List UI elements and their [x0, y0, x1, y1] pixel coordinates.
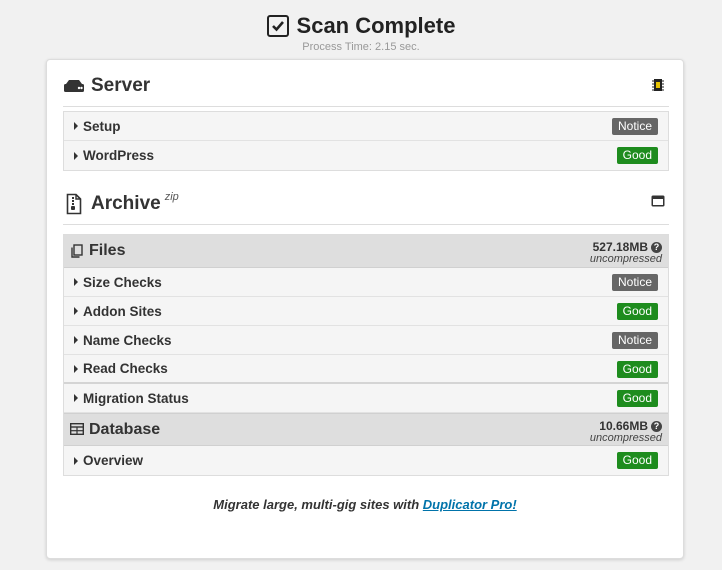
status-badge: Good — [616, 147, 658, 164]
process-time: Process Time: 2.15 sec. — [302, 41, 420, 53]
table-icon — [70, 422, 84, 437]
window-icon[interactable] — [651, 194, 665, 208]
status-badge: Good — [616, 390, 658, 407]
database-size-note: uncompressed — [589, 432, 662, 444]
checkbox-checked-icon — [266, 15, 289, 37]
archive-title: Archive — [91, 193, 161, 214]
database-subheader: Database 10.66MB? uncompressed — [64, 413, 668, 446]
status-badge: Notice — [611, 332, 658, 349]
database-size-value: 10.66MB — [599, 419, 648, 433]
archive-section-header: Archive zip — [63, 184, 669, 225]
caret-right-icon — [74, 394, 78, 402]
check-row-setup[interactable]: Setup Notice — [64, 112, 668, 141]
status-badge: Notice — [611, 274, 658, 291]
server-section-header: Server — [63, 66, 669, 107]
caret-right-icon — [74, 307, 78, 315]
caret-right-icon — [74, 122, 78, 130]
files-subheader: Files 527.18MB? uncompressed — [64, 235, 668, 268]
files-size-value: 527.18MB — [592, 240, 648, 254]
status-badge: Good — [616, 452, 658, 469]
check-label: Name Checks — [83, 332, 172, 348]
check-row-overview[interactable]: Overview Good — [64, 446, 668, 475]
check-label: WordPress — [83, 148, 155, 163]
server-title: Server — [91, 75, 151, 96]
scan-header: Scan Complete Process Time: 2.15 sec. — [0, 10, 722, 53]
server-icon — [63, 75, 85, 97]
help-icon[interactable]: ? — [651, 241, 662, 253]
check-row-read-checks[interactable]: Read Checks Good — [64, 355, 668, 384]
database-title: Database — [89, 420, 161, 438]
promo-message: Migrate large, multi-gig sites with Dupl… — [47, 497, 683, 512]
caret-right-icon — [74, 151, 78, 160]
zip-file-icon — [63, 193, 85, 215]
check-label: Migration Status — [83, 390, 189, 406]
copy-files-icon — [70, 244, 84, 258]
page-title: Scan Complete — [296, 13, 456, 38]
server-checks: Setup Notice WordPress Good — [63, 111, 669, 171]
archive-format: zip — [164, 191, 179, 203]
promo-text: Migrate large, multi-gig sites with — [213, 497, 423, 512]
caret-right-icon — [74, 336, 78, 344]
check-label: Addon Sites — [83, 303, 162, 319]
status-badge: Good — [616, 303, 658, 320]
status-badge: Good — [616, 361, 658, 378]
check-row-size-checks[interactable]: Size Checks Notice — [64, 268, 668, 297]
memory-chip-icon[interactable] — [651, 78, 665, 92]
check-label: Overview — [83, 453, 144, 468]
check-label: Read Checks — [83, 361, 168, 376]
help-icon[interactable]: ? — [651, 420, 662, 432]
check-row-migration-status[interactable]: Migration Status Good — [64, 384, 668, 413]
caret-right-icon — [74, 278, 78, 286]
database-size: 10.66MB? uncompressed — [590, 419, 662, 444]
scan-panel: Server Setup Notice WordPress Good Archi… — [46, 59, 684, 559]
archive-checks: Files 527.18MB? uncompressed Size Checks… — [63, 234, 669, 476]
check-row-name-checks[interactable]: Name Checks Notice — [64, 326, 668, 355]
files-size-note: uncompressed — [589, 253, 662, 265]
check-label: Setup — [83, 118, 121, 134]
caret-right-icon — [74, 364, 78, 373]
check-label: Size Checks — [83, 274, 162, 290]
check-row-addon-sites[interactable]: Addon Sites Good — [64, 297, 668, 326]
caret-right-icon — [74, 456, 78, 465]
check-row-wordpress[interactable]: WordPress Good — [64, 141, 668, 170]
title-row: Scan Complete — [0, 10, 722, 42]
status-badge: Notice — [611, 118, 658, 135]
duplicator-pro-link[interactable]: Duplicator Pro! — [423, 497, 517, 512]
files-title: Files — [89, 242, 126, 259]
files-size: 527.18MB? uncompressed — [590, 240, 662, 265]
